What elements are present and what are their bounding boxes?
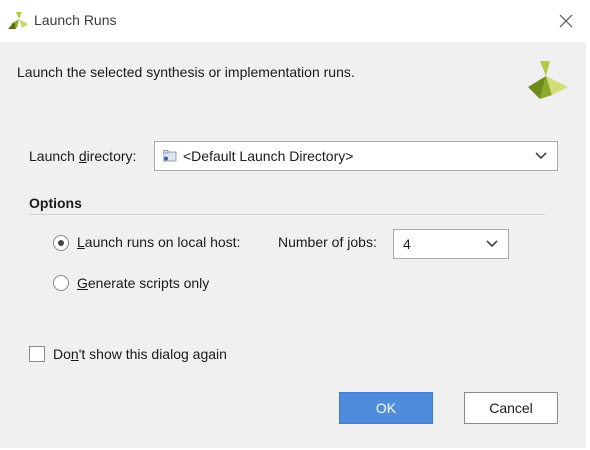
local-host-label-post: aunch runs on local host:	[84, 234, 241, 250]
dont-show-label-post: 't show this dialog again	[78, 346, 227, 362]
close-icon	[559, 14, 573, 28]
cancel-button[interactable]: Cancel	[464, 392, 558, 424]
scripts-only-label-post: enerate scripts only	[87, 275, 210, 291]
number-of-jobs-dropdown[interactable]: 4	[393, 229, 509, 259]
launch-directory-label-post: irectory:	[86, 148, 137, 164]
options-section-title: Options	[29, 195, 82, 211]
title-bar: Launch Runs	[0, 0, 586, 42]
scripts-only-label[interactable]: Generate scripts only	[77, 275, 209, 291]
local-host-radio[interactable]	[53, 235, 69, 251]
app-logo-icon	[8, 12, 28, 29]
ok-button[interactable]: OK	[339, 392, 433, 424]
launch-directory-label-mnemonic: d	[78, 148, 87, 164]
jobs-label-pre: Number of	[278, 234, 348, 250]
close-button[interactable]	[552, 8, 580, 34]
options-divider	[29, 214, 545, 215]
vivado-logo-icon	[528, 61, 568, 99]
folder-icon	[163, 150, 177, 162]
dont-show-again-checkbox[interactable]	[29, 346, 45, 362]
local-host-label[interactable]: Launch runs on local host:	[77, 234, 240, 250]
number-of-jobs-label: Number of jobs:	[278, 234, 377, 250]
launch-directory-value: <Default Launch Directory>	[183, 148, 354, 164]
intro-text: Launch the selected synthesis or impleme…	[17, 64, 355, 80]
chevron-down-icon	[486, 240, 498, 248]
launch-directory-label-pre: Launch	[29, 148, 79, 164]
dialog-content: Launch the selected synthesis or impleme…	[0, 42, 586, 448]
window-title: Launch Runs	[34, 12, 117, 28]
launch-directory-dropdown[interactable]: <Default Launch Directory>	[154, 141, 558, 171]
local-host-label-mnemonic: L	[77, 234, 85, 250]
jobs-label-post: obs:	[350, 234, 377, 250]
dont-show-label-pre: Do	[53, 346, 71, 362]
number-of-jobs-value: 4	[403, 236, 411, 252]
launch-runs-dialog: Launch Runs Launch the selected synthesi…	[0, 0, 586, 448]
dont-show-again-label[interactable]: Don't show this dialog again	[53, 346, 227, 362]
scripts-only-label-mnemonic: G	[77, 275, 88, 291]
dont-show-label-mnemonic: n	[70, 346, 79, 362]
scripts-only-radio[interactable]	[53, 275, 69, 291]
chevron-down-icon	[535, 152, 547, 160]
launch-directory-label: Launch directory:	[29, 148, 136, 164]
